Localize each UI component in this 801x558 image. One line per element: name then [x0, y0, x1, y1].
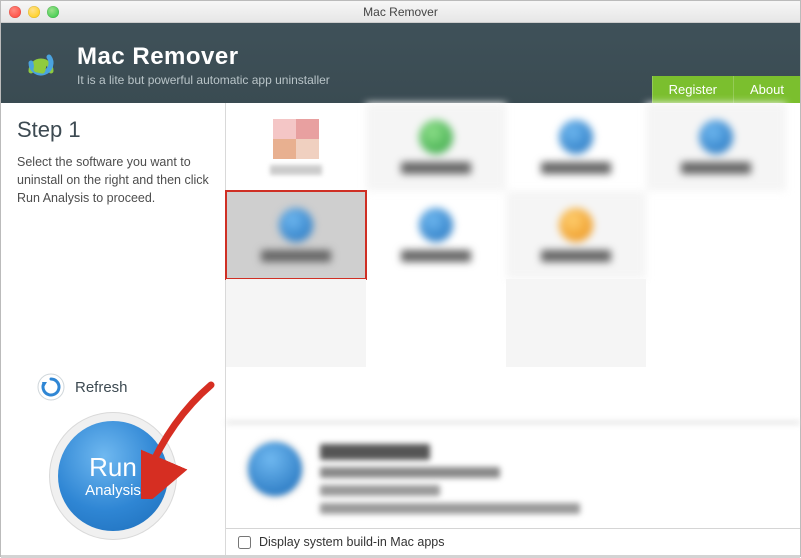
app-cell-empty [366, 279, 506, 367]
brand-title: Mac Remover [77, 43, 330, 71]
app-cell-empty [506, 279, 646, 367]
window-title: Mac Remover [1, 5, 800, 19]
detail-app-name [320, 444, 430, 460]
app-thumb-icon [419, 208, 453, 242]
app-thumb-icon [279, 208, 313, 242]
app-cell[interactable] [646, 103, 786, 191]
step-box: Step 1 Select the software you want to u… [1, 103, 225, 221]
sidebar: Step 1 Select the software you want to u… [1, 103, 226, 555]
run-analysis-line1: Run [89, 454, 137, 480]
app-cell-empty [226, 279, 366, 367]
sidebar-spacer [1, 221, 225, 373]
app-cell[interactable] [506, 103, 646, 191]
detail-install-date [320, 503, 580, 514]
app-thumb-icon [559, 120, 593, 154]
run-analysis-line2: Analysis [85, 482, 141, 499]
app-thumb-icon [419, 120, 453, 154]
run-analysis-button[interactable]: Run Analysis [58, 421, 168, 531]
titlebar: Mac Remover [1, 1, 800, 23]
zoom-window-button[interactable] [47, 6, 59, 18]
app-thumb-icon [559, 208, 593, 242]
header-buttons: Register About [652, 76, 800, 103]
close-window-button[interactable] [9, 6, 21, 18]
refresh-button[interactable]: Refresh [1, 373, 225, 401]
footer-bar: Display system build-in Mac apps [226, 528, 800, 555]
detail-version [320, 485, 440, 496]
window-controls [9, 6, 59, 18]
app-header: Mac Remover It is a lite but powerful au… [1, 23, 800, 103]
app-label [541, 162, 611, 174]
detail-lines [320, 444, 580, 514]
detail-publisher [320, 467, 500, 478]
app-thumb-icon [699, 120, 733, 154]
app-cell[interactable] [226, 103, 366, 191]
refresh-label: Refresh [75, 379, 128, 396]
app-cell-selected[interactable] [226, 191, 366, 279]
display-system-apps-checkbox[interactable] [238, 536, 251, 549]
brand-text: Mac Remover It is a lite but powerful au… [77, 39, 330, 87]
brand-subtitle: It is a lite but powerful automatic app … [77, 73, 330, 87]
main-panel: Display system build-in Mac apps [226, 103, 800, 555]
app-logo-icon [19, 41, 63, 85]
register-button[interactable]: Register [652, 76, 733, 103]
app-label [541, 250, 611, 262]
about-button[interactable]: About [733, 76, 800, 103]
app-cell[interactable] [506, 191, 646, 279]
detail-app-icon [248, 442, 302, 496]
app-label [270, 165, 322, 175]
step-description: Select the software you want to uninstal… [17, 153, 209, 207]
app-cell-empty [646, 279, 786, 367]
app-label [681, 162, 751, 174]
run-analysis-wrap: Run Analysis [1, 421, 225, 555]
minimize-window-button[interactable] [28, 6, 40, 18]
refresh-icon [37, 373, 65, 401]
app-label [261, 250, 331, 262]
app-grid [226, 103, 800, 367]
body: Step 1 Select the software you want to u… [1, 103, 800, 555]
app-detail-panel [226, 421, 800, 528]
app-window: Mac Remover Mac Remover It is a lite but… [0, 0, 801, 557]
app-label [401, 250, 471, 262]
app-cell-empty [646, 191, 786, 279]
app-thumb-icon [273, 119, 319, 159]
app-cell[interactable] [366, 103, 506, 191]
app-cell[interactable] [366, 191, 506, 279]
app-label [401, 162, 471, 174]
step-title: Step 1 [17, 117, 209, 143]
display-system-apps-label: Display system build-in Mac apps [259, 535, 445, 549]
